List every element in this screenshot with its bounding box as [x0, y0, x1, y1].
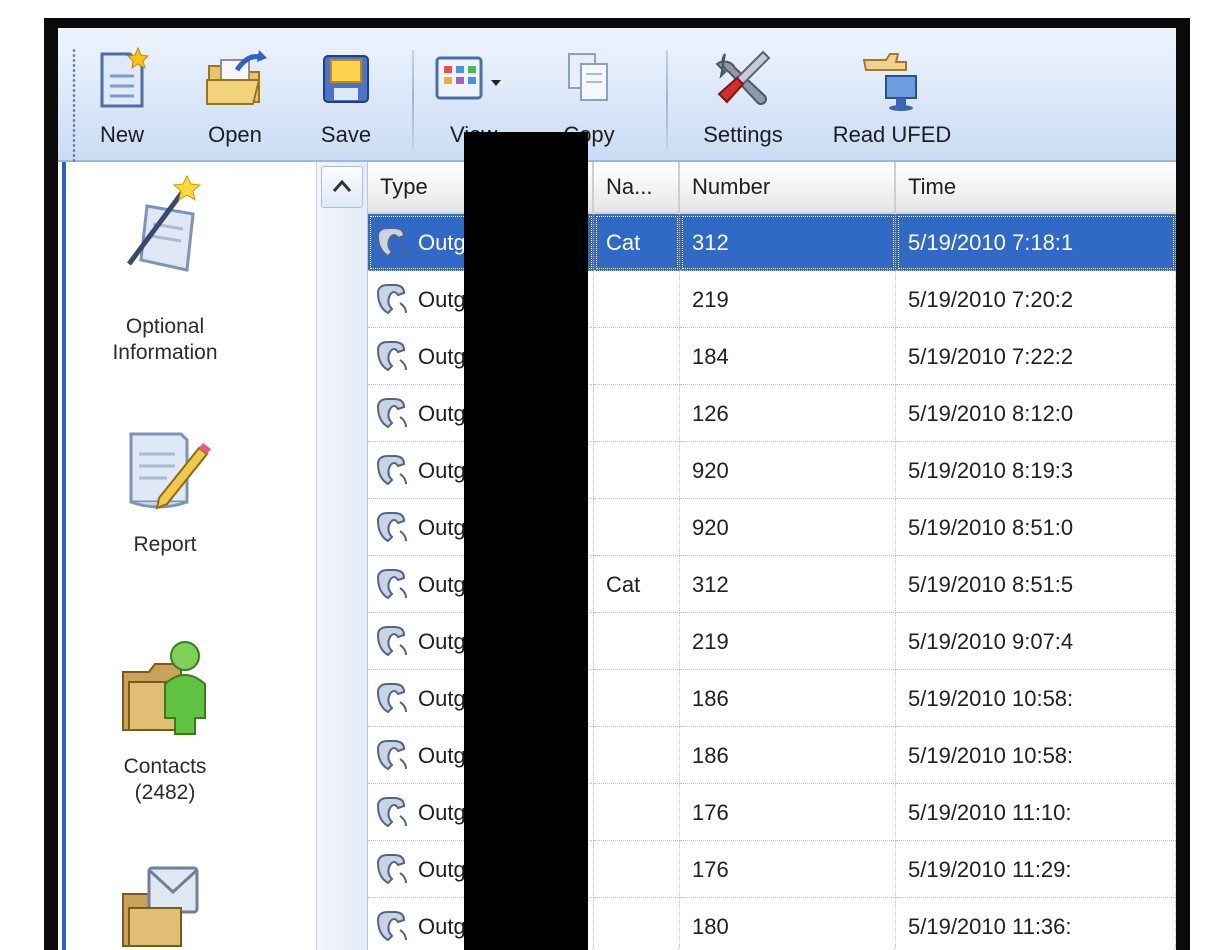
cell-time: 5/19/2010 7:22:2 — [896, 328, 1176, 385]
new-button[interactable]: New — [82, 40, 162, 156]
toolbar-separator — [412, 50, 414, 150]
cell-time: 5/19/2010 7:18:1 — [896, 214, 1176, 271]
chevron-up-icon — [332, 179, 352, 192]
redaction-box — [464, 132, 588, 950]
cell-number: 920 — [680, 499, 896, 556]
cell-name — [594, 442, 680, 499]
outgoing-call-icon — [374, 854, 418, 885]
cell-name: Cat — [594, 556, 680, 613]
navigation-pane-border — [62, 162, 66, 950]
outgoing-call-icon — [374, 341, 418, 372]
outgoing-call-icon — [374, 911, 418, 942]
cell-name — [594, 328, 680, 385]
cell-time: 5/19/2010 9:07:4 — [896, 613, 1176, 670]
cell-name — [594, 499, 680, 556]
cell-number: 219 — [680, 613, 896, 670]
read-ufed-button[interactable]: Read UFED — [822, 40, 962, 156]
cell-name — [594, 271, 680, 328]
read-ufed-button-label: Read UFED — [832, 122, 952, 147]
nav-item-sms[interactable] — [70, 850, 260, 950]
nav-label-contacts-count: (2482) — [134, 781, 196, 804]
new-document-icon — [94, 46, 150, 115]
open-folder-icon — [203, 46, 267, 115]
cell-name — [594, 670, 680, 727]
column-header-type-label: Type — [380, 174, 428, 199]
sms-envelope-icon — [115, 850, 215, 950]
cell-name — [594, 727, 680, 784]
cell-name — [594, 613, 680, 670]
open-button-label: Open — [208, 122, 262, 147]
view-grid-icon — [429, 46, 513, 115]
outgoing-call-icon — [374, 569, 418, 600]
cell-name — [594, 385, 680, 442]
cell-time: 5/19/2010 11:36: — [896, 898, 1176, 950]
contacts-icon — [115, 632, 215, 747]
navigation-pane: Optional Information Report Contacts (24… — [58, 162, 316, 950]
nav-item-optional-information[interactable]: Optional Information — [70, 172, 260, 412]
cell-number: 312 — [680, 214, 896, 271]
cell-time: 5/19/2010 11:29: — [896, 841, 1176, 898]
outgoing-call-icon — [374, 512, 418, 543]
nav-label-report: Report — [133, 533, 197, 556]
save-button[interactable]: Save — [304, 40, 388, 156]
column-header-name[interactable]: Na... — [594, 162, 680, 212]
cell-time: 5/19/2010 8:12:0 — [896, 385, 1176, 442]
cell-number: 176 — [680, 784, 896, 841]
outgoing-call-icon — [374, 626, 418, 657]
cell-number: 184 — [680, 328, 896, 385]
cell-number: 920 — [680, 442, 896, 499]
cell-time: 5/19/2010 8:19:3 — [896, 442, 1176, 499]
cell-name — [594, 784, 680, 841]
cell-time: 5/19/2010 10:58: — [896, 727, 1176, 784]
outgoing-call-icon — [374, 797, 418, 828]
copy-icon — [561, 46, 617, 115]
app-window: New Open Save Copy Settings Read UFED Op… — [58, 28, 1176, 950]
cell-time: 5/19/2010 7:20:2 — [896, 271, 1176, 328]
outgoing-call-icon — [374, 227, 418, 258]
outgoing-call-icon — [374, 683, 418, 714]
wrench-screwdriver-icon — [711, 46, 775, 117]
nav-label-optional: Optional — [125, 315, 205, 338]
cell-number: 219 — [680, 271, 896, 328]
read-ufed-icon — [856, 46, 928, 117]
save-button-label: Save — [320, 122, 372, 147]
outgoing-call-icon — [374, 455, 418, 486]
cell-number: 176 — [680, 841, 896, 898]
cell-time: 5/19/2010 8:51:5 — [896, 556, 1176, 613]
save-disk-icon — [318, 46, 374, 115]
outgoing-call-icon — [374, 398, 418, 429]
nav-label-information: Information — [112, 341, 218, 364]
cell-time: 5/19/2010 11:10: — [896, 784, 1176, 841]
settings-button[interactable]: Settings — [678, 40, 808, 156]
toolbar: New Open Save Copy Settings Read UFED — [58, 28, 1176, 168]
scroll-up-button[interactable] — [321, 166, 363, 208]
cell-time: 5/19/2010 8:51:0 — [896, 499, 1176, 556]
nav-item-report[interactable]: Report — [70, 420, 260, 580]
toolbar-grip[interactable] — [72, 48, 76, 168]
cell-name — [594, 841, 680, 898]
cell-number: 312 — [680, 556, 896, 613]
new-button-label: New — [99, 122, 144, 147]
column-header-time[interactable]: Time — [896, 162, 1176, 212]
cell-number: 126 — [680, 385, 896, 442]
nav-item-contacts[interactable]: Contacts (2482) — [70, 632, 260, 832]
settings-button-label: Settings — [703, 122, 783, 147]
navigation-scrollbar[interactable] — [316, 162, 368, 950]
cell-name: Cat — [594, 214, 680, 271]
report-pencil-icon — [117, 420, 213, 525]
column-header-number[interactable]: Number — [680, 162, 896, 212]
toolbar-separator — [666, 50, 668, 150]
nav-label-contacts: Contacts — [123, 755, 207, 778]
outgoing-call-icon — [374, 284, 418, 315]
cell-number: 186 — [680, 670, 896, 727]
magic-wand-icon — [117, 172, 213, 285]
cell-name — [594, 898, 680, 950]
cell-number: 180 — [680, 898, 896, 950]
outgoing-call-icon — [374, 740, 418, 771]
cell-number: 186 — [680, 727, 896, 784]
open-button[interactable]: Open — [192, 40, 278, 156]
cell-time: 5/19/2010 10:58: — [896, 670, 1176, 727]
